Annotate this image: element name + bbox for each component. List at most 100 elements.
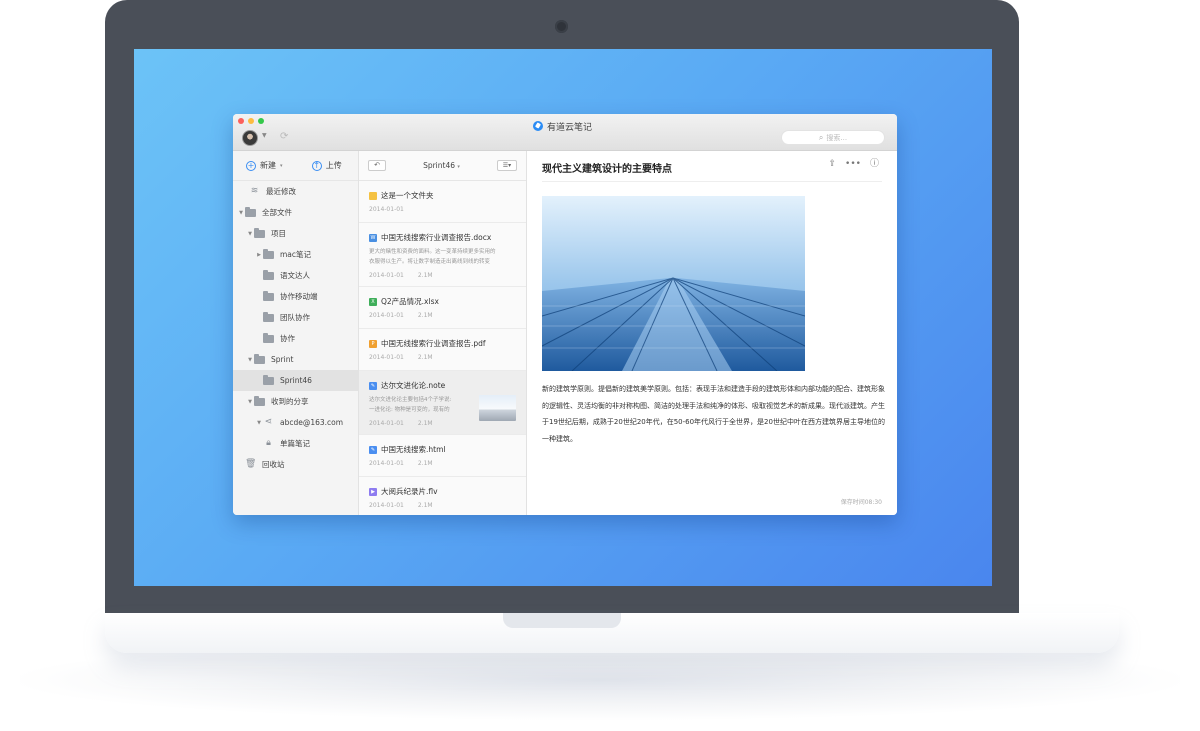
list-item[interactable]: ▶ 大阅兵纪录片.flv 2014-01-01 2.1M: [359, 477, 526, 515]
back-button[interactable]: ↶: [368, 160, 386, 171]
sidebar-item-mac-notes[interactable]: ▶ mac笔记: [233, 244, 359, 265]
sidebar-item-collab-mobile[interactable]: 协作移动端: [233, 286, 359, 307]
folder-icon: [263, 332, 274, 343]
note-date: 2014-01-01: [369, 502, 404, 509]
folder-icon: [263, 269, 274, 280]
note-title: 这是一个文件夹: [381, 191, 434, 200]
list-item[interactable]: X Q2产品情况.xlsx 2014-01-01 2.1M: [359, 287, 526, 329]
folder-icon: [263, 248, 274, 259]
sidebar-item-label: 收到的分享: [271, 397, 309, 406]
list-item[interactable]: 这是一个文件夹 2014-01-01: [359, 181, 526, 223]
folder-name: Sprint46: [423, 161, 456, 170]
chevron-down-icon[interactable]: ▼: [246, 231, 254, 237]
sidebar-item-project[interactable]: ▼ 项目: [233, 223, 359, 244]
sidebar-item-sprint46[interactable]: Sprint46: [233, 370, 359, 391]
app-logo-icon: [533, 121, 543, 131]
app-window: ▼ ⟳ 有道云笔记 ⌕ 搜索... + 新建 ▾ ↑ 上传 ≋ 最近修改 ▼ 全…: [233, 114, 897, 515]
chevron-down-icon[interactable]: ▼: [237, 210, 245, 216]
sidebar-item-label: 最近修改: [266, 187, 296, 196]
folder-icon: [254, 353, 265, 364]
list-item[interactable]: ✎ 达尔文进化论.note 达尔文进化论主要包括4个子学说: 一进化论: 物种是…: [359, 371, 526, 435]
folder-icon: [369, 191, 377, 200]
folder-icon: [263, 374, 274, 385]
list-item[interactable]: ✎ 中国无线搜索.html 2014-01-01 2.1M: [359, 435, 526, 477]
sidebar-item-team-collab[interactable]: 团队协作: [233, 307, 359, 328]
share-icon: ⋖: [264, 417, 273, 427]
sidebar-item-single-note[interactable]: 🔒︎ 单篇笔记: [233, 433, 359, 454]
note-date: 2014-01-01: [369, 460, 404, 467]
sidebar-item-shared-user[interactable]: ▼ ⋖ abcde@163.com: [233, 412, 359, 433]
building-image[interactable]: [542, 196, 805, 371]
sidebar-item-received-shares[interactable]: ▼ 收到的分享: [233, 391, 359, 412]
note-title: 中国无线搜索行业调查报告.pdf: [381, 339, 486, 348]
minimize-window-button[interactable]: [248, 118, 254, 124]
html-icon: ✎: [369, 445, 377, 454]
sidebar-item-label: 协作: [280, 334, 295, 343]
laptop-screen: ▼ ⟳ 有道云笔记 ⌕ 搜索... + 新建 ▾ ↑ 上传 ≋ 最近修改 ▼ 全…: [134, 49, 992, 586]
info-icon[interactable]: ⓘ: [870, 160, 879, 169]
upload-button[interactable]: ↑ 上传: [296, 160, 359, 171]
sidebar-item-label: mac笔记: [280, 250, 312, 259]
zoom-window-button[interactable]: [258, 118, 264, 124]
editor[interactable]: 现代主义建筑设计的主要特点 ⇪ ••• ⓘ 新的建筑学原则。提倡新的建筑美学原则…: [527, 151, 897, 515]
avatar[interactable]: [242, 130, 258, 146]
view-mode-button[interactable]: ☰▾: [497, 160, 517, 171]
sidebar: + 新建 ▾ ↑ 上传 ≋ 最近修改 ▼ 全部文件 ▼ 项目 ▶ mac笔记 语…: [233, 151, 359, 515]
layers-icon: ≋: [250, 186, 259, 196]
document-body[interactable]: 新的建筑学原则。提倡新的建筑美学原则。包括：表现手法和建造手段的建筑形体和内部功…: [542, 381, 887, 447]
editor-toolbar: ⇪ ••• ⓘ: [829, 160, 880, 169]
building-illustration: [542, 196, 805, 371]
note-title: 中国无线搜索.html: [381, 445, 446, 454]
new-button[interactable]: + 新建 ▾: [233, 160, 296, 171]
title-bar: ▼ ⟳ 有道云笔记 ⌕ 搜索...: [233, 114, 897, 151]
sidebar-item-label: 回收站: [262, 460, 285, 469]
note-date: 2014-01-01: [369, 420, 404, 427]
note-list: ↶ Sprint46 ▾ ☰▾ 这是一个文件夹 2014-01-01 W 中国无…: [359, 151, 527, 515]
search-input[interactable]: ⌕ 搜索...: [781, 130, 885, 145]
new-label: 新建: [259, 161, 276, 170]
sidebar-item-label: 项目: [271, 229, 286, 238]
note-date: 2014-01-01: [369, 206, 404, 213]
share-icon[interactable]: ⇪: [829, 160, 837, 169]
note-icon: ✎: [369, 381, 377, 390]
folder-icon: [263, 311, 274, 322]
chevron-down-icon: ▾: [457, 164, 460, 170]
note-size: 2.1M: [417, 502, 433, 509]
note-list-title[interactable]: Sprint46 ▾: [423, 161, 460, 170]
note-date: 2014-01-01: [369, 272, 404, 279]
chevron-down-icon[interactable]: ▼: [262, 132, 267, 139]
sidebar-item-chinese-expert[interactable]: 语文达人: [233, 265, 359, 286]
note-size: 2.1M: [417, 312, 433, 319]
search-icon: ⌕: [818, 132, 824, 142]
sidebar-actions: + 新建 ▾ ↑ 上传: [233, 151, 358, 181]
laptop-notch: [503, 613, 621, 628]
document-title[interactable]: 现代主义建筑设计的主要特点: [542, 160, 672, 175]
note-title: 达尔文进化论.note: [381, 381, 446, 390]
sidebar-item-label: 团队协作: [280, 313, 310, 322]
search-placeholder: 搜索...: [826, 133, 848, 142]
chevron-down-icon[interactable]: ▼: [255, 420, 263, 426]
sidebar-item-label: 单篇笔记: [280, 439, 310, 448]
chevron-down-icon[interactable]: ▼: [246, 357, 254, 363]
close-window-button[interactable]: [238, 118, 244, 124]
note-date: 2014-01-01: [369, 312, 404, 319]
sync-icon[interactable]: ⟳: [280, 131, 292, 143]
list-item[interactable]: P 中国无线搜索行业调查报告.pdf 2014-01-01 2.1M: [359, 329, 526, 371]
note-size: 2.1M: [417, 272, 433, 279]
sidebar-item-collab[interactable]: 协作: [233, 328, 359, 349]
sidebar-item-trash[interactable]: 🗑︎ 回收站: [233, 454, 359, 475]
camera-icon: [555, 20, 568, 33]
note-thumbnail: [479, 395, 516, 421]
sidebar-item-all-files[interactable]: ▼ 全部文件: [233, 202, 359, 223]
sidebar-item-label: Sprint46: [280, 376, 312, 385]
sidebar-item-sprint[interactable]: ▼ Sprint: [233, 349, 359, 370]
app-title: 有道云笔记: [533, 119, 592, 133]
docx-icon: W: [369, 233, 377, 242]
sidebar-item-recent[interactable]: ≋ 最近修改: [233, 181, 359, 202]
more-icon[interactable]: •••: [845, 160, 861, 169]
note-snippet: 达尔文进化论主要包括4个子学说: 一进化论: 物种是可变的，现有的: [369, 397, 452, 413]
list-item[interactable]: W 中国无线搜索行业调查报告.docx 更大的赌性和资费的面料。这一变革持续更多…: [359, 223, 526, 287]
app-title-text: 有道云笔记: [547, 122, 593, 133]
chevron-down-icon[interactable]: ▼: [246, 399, 254, 405]
chevron-right-icon[interactable]: ▶: [255, 252, 263, 258]
